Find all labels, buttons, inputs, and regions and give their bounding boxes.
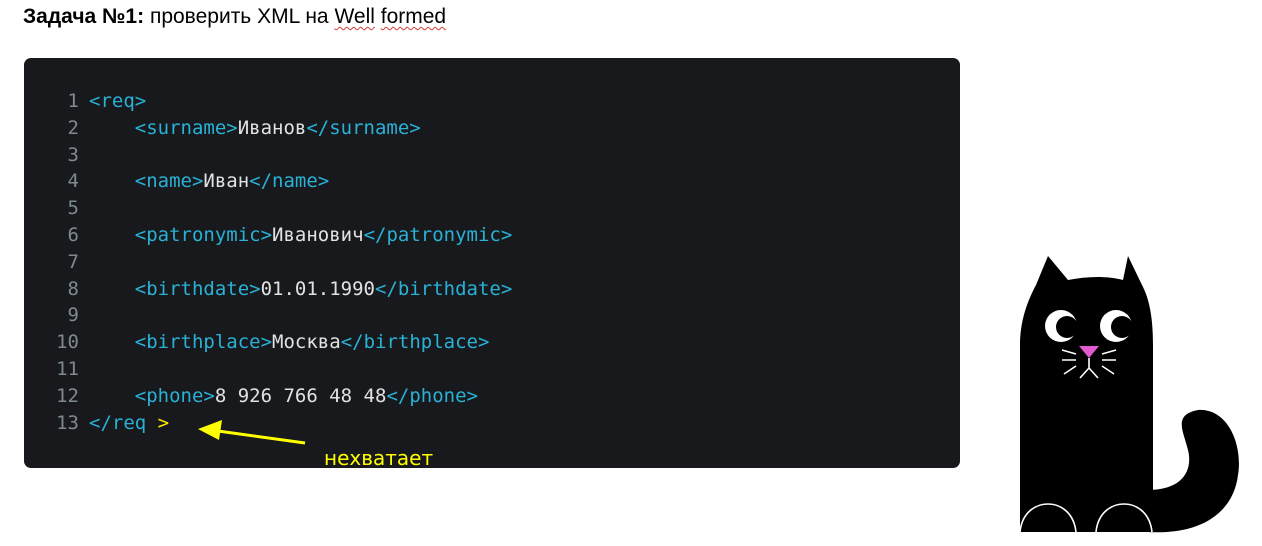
arrow-icon: [198, 420, 306, 445]
code-line: 7: [24, 249, 512, 276]
xml-open-tag: <birthplace>: [134, 331, 273, 354]
missing-bracket: >: [146, 411, 170, 434]
xml-code-block: 1 <req> 2 <surname>Иванов</surname> 3 4 <nam…: [24, 58, 960, 468]
line-number: 7: [67, 250, 79, 273]
xml-close-tag: </patronymic>: [363, 223, 513, 246]
code-line: 3: [24, 142, 512, 169]
xml-value: 8 926 766 48 48: [214, 384, 387, 407]
line-number: 13: [56, 411, 79, 434]
missing-bracket-annotation: нехватает: [324, 446, 434, 470]
line-number: 11: [56, 357, 79, 380]
xml-open-tag: </req: [89, 411, 147, 434]
xml-close-tag: </phone>: [386, 384, 478, 407]
line-number: 5: [67, 197, 79, 220]
task-description: проверить XML на: [149, 5, 329, 28]
xml-open-tag: <surname>: [134, 116, 238, 139]
xml-close-tag: </birthplace>: [340, 331, 490, 354]
xml-value: Иванов: [237, 116, 307, 139]
code-line: 4 <name>Иван</name>: [24, 168, 512, 195]
code-line: 6 <patronymic>Иванович</patronymic>: [24, 222, 513, 249]
line-number: 3: [67, 143, 79, 166]
spellcheck-word-formed: formed: [380, 5, 447, 28]
code-lines: 1 <req> 2 <surname>Иванов</surname> 3 4 <nam…: [24, 88, 512, 436]
code-line: 9: [24, 302, 512, 329]
xml-open-tag: <phone>: [134, 384, 215, 407]
line-number: 10: [56, 331, 79, 354]
xml-close-tag: </name>: [249, 170, 330, 193]
code-line: 1 <req>: [24, 88, 512, 115]
xml-open-tag: <birthdate>: [134, 277, 261, 300]
code-line: 8 <birthdate>01.01.1990</birthdate>: [24, 276, 513, 303]
code-line: 10 <birthplace>Москва</birthplace>: [24, 329, 512, 356]
xml-value: Иван: [203, 170, 250, 193]
code-line: 5: [24, 195, 512, 222]
line-number: 6: [67, 223, 79, 246]
line-number: 1: [67, 90, 79, 112]
xml-value: Москва: [272, 331, 341, 354]
code-line: 2 <surname>Иванов</surname>: [24, 115, 512, 142]
xml-value: Иванович: [272, 223, 364, 246]
code-line: 12 <phone>8 926 766 48 48</phone>: [24, 383, 512, 410]
xml-open-tag: <name>: [134, 170, 204, 193]
cat-illustration: [1019, 256, 1239, 533]
xml-close-tag: </birthdate>: [375, 277, 513, 300]
line-number: 2: [67, 116, 79, 139]
xml-value: 01.01.1990: [260, 277, 375, 300]
line-number: 12: [56, 384, 79, 407]
line-number: 9: [67, 304, 79, 327]
code-line: 11: [24, 356, 512, 383]
line-number: 4: [67, 170, 79, 193]
xml-open-tag: <req>: [89, 90, 147, 112]
task-number: Задача №1:: [23, 5, 145, 28]
xml-close-tag: </surname>: [306, 116, 421, 139]
xml-open-tag: <patronymic>: [134, 223, 273, 246]
task-heading: Задача №1: проверить XML на Well formed: [23, 5, 446, 29]
line-number: 8: [67, 277, 79, 300]
spellcheck-word-well: Well: [334, 5, 375, 28]
